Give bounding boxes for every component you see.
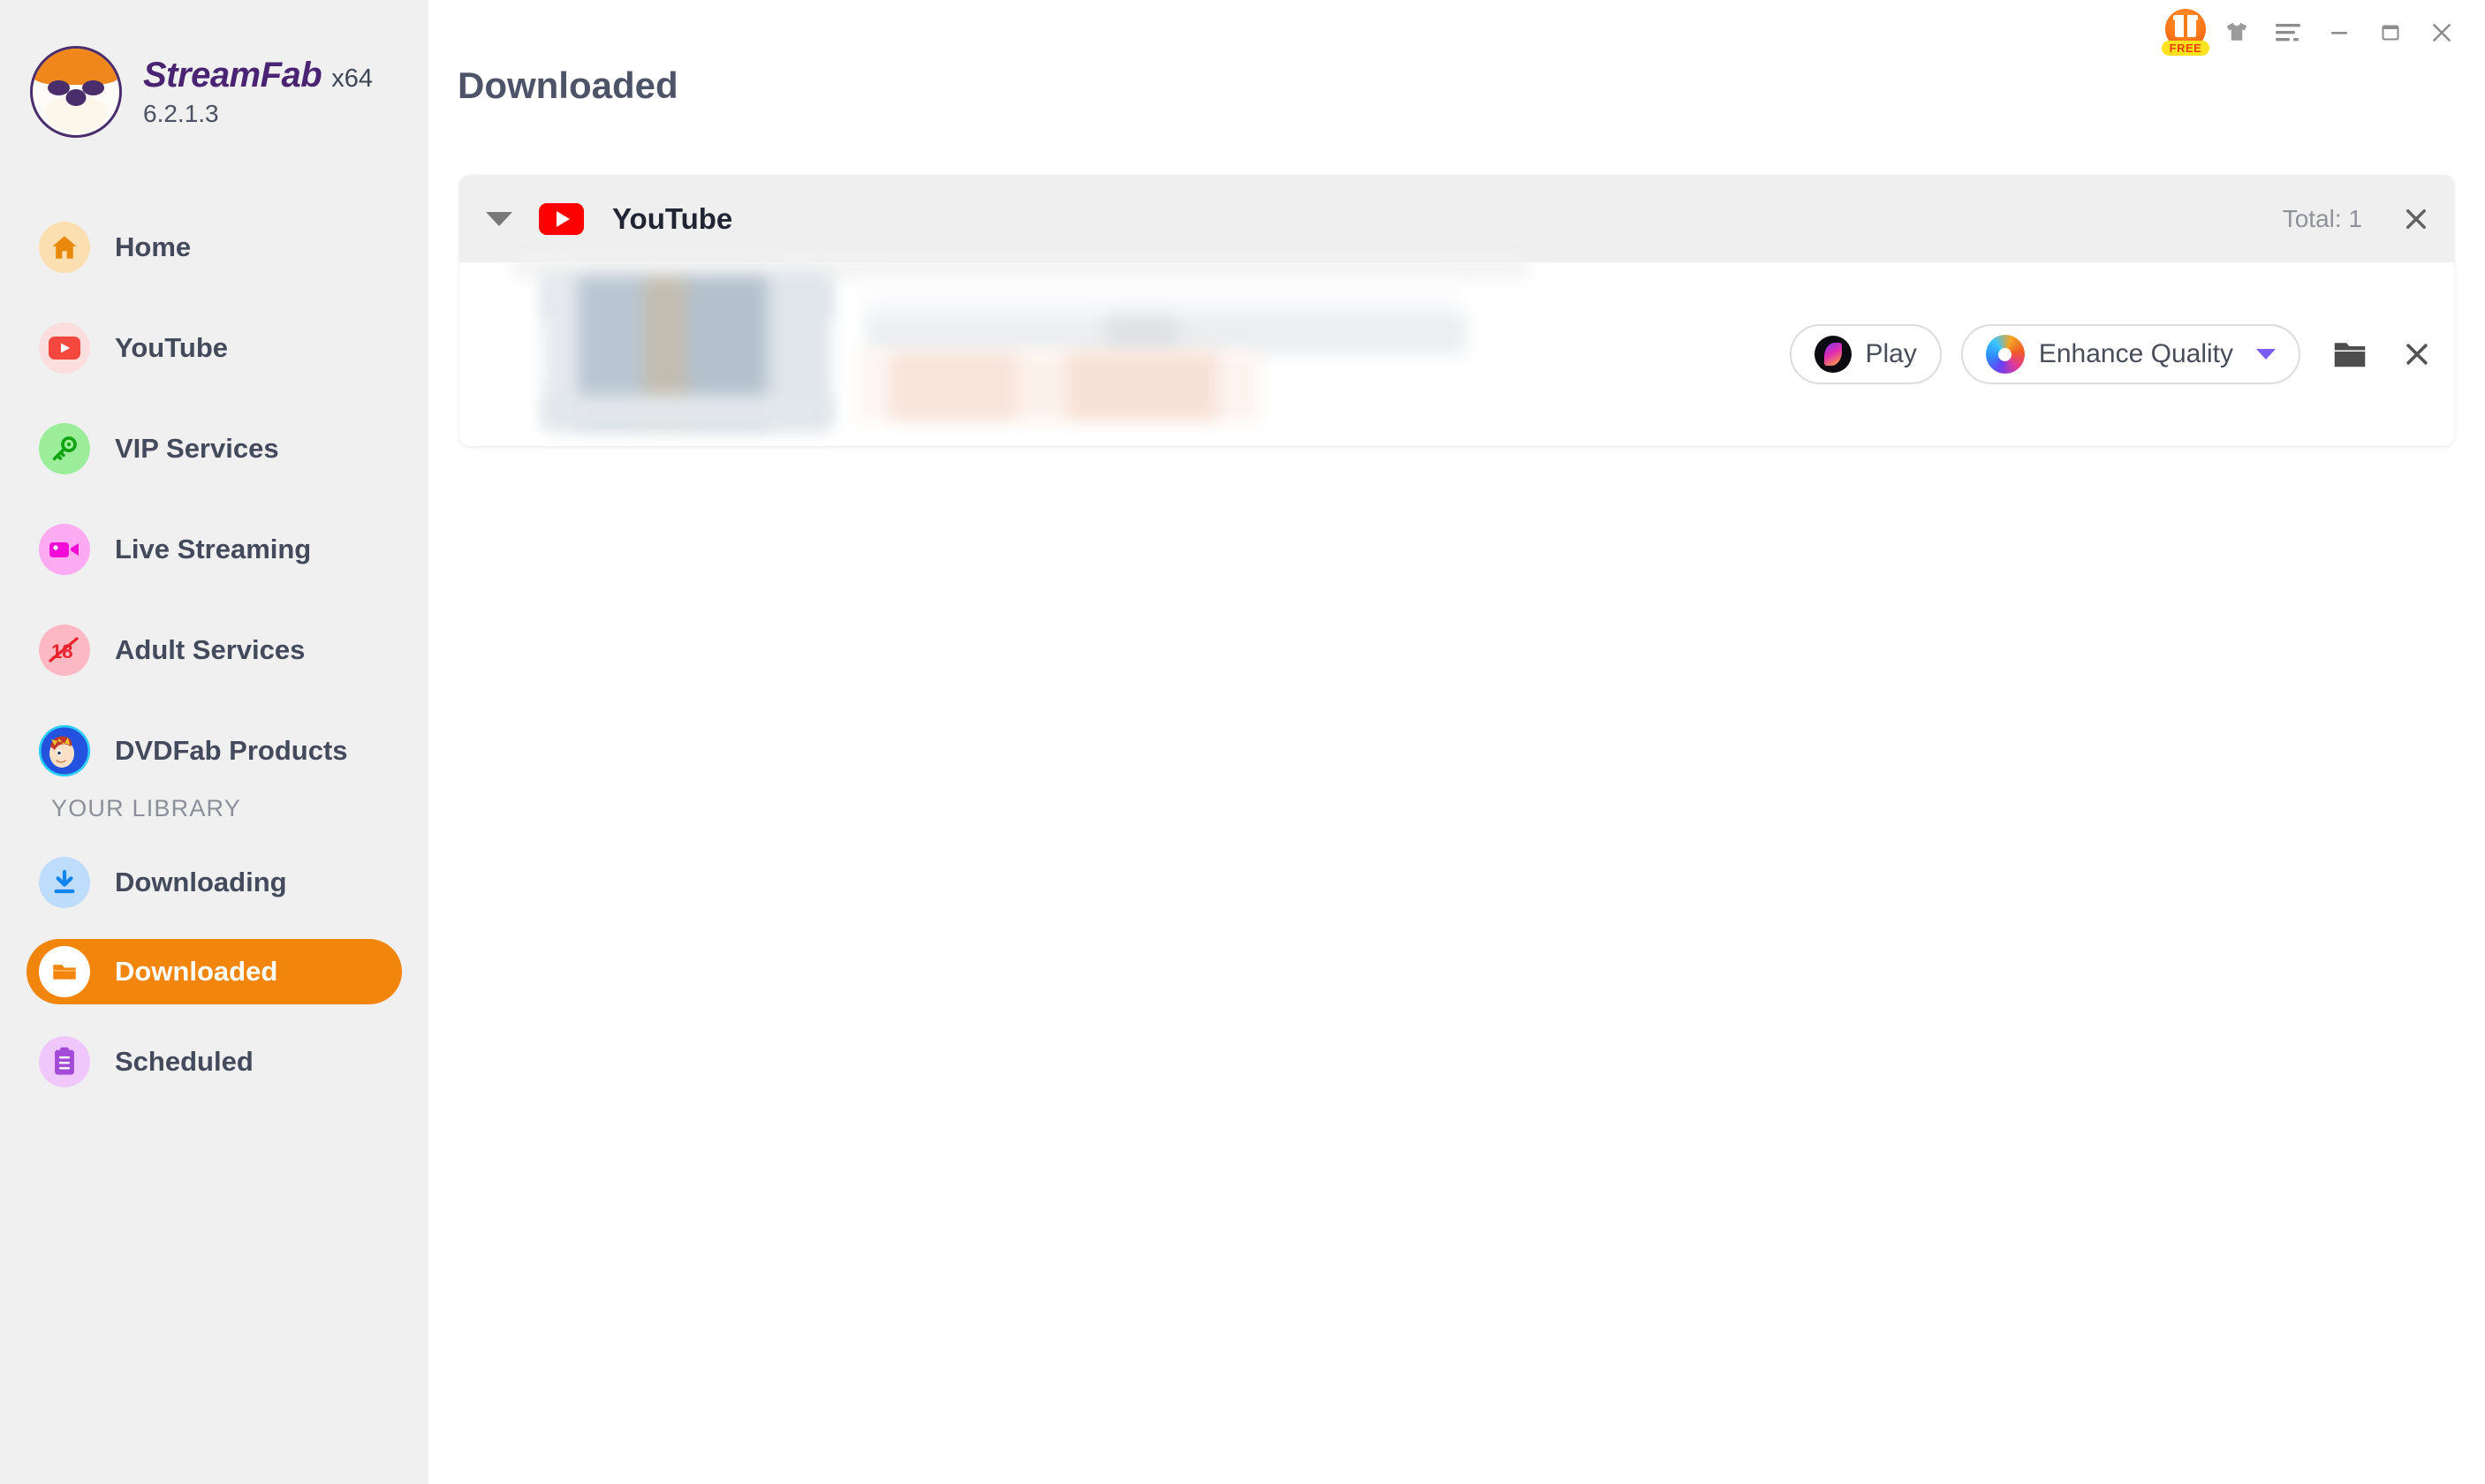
sidebar-item-youtube[interactable]: YouTube bbox=[27, 315, 402, 381]
menu-icon[interactable] bbox=[2262, 7, 2314, 58]
sidebar: StreamFab x64 6.2.1.3 Home YouTube VIP S… bbox=[0, 0, 428, 1484]
open-folder-icon bbox=[39, 946, 90, 997]
dvdfab-mascot-icon bbox=[39, 725, 90, 776]
minimize-button[interactable] bbox=[2314, 7, 2365, 58]
download-group-header: YouTube Total: 1 bbox=[459, 175, 2454, 262]
key-icon bbox=[39, 423, 90, 474]
sidebar-item-live-streaming[interactable]: Live Streaming bbox=[27, 517, 402, 582]
sidebar-item-downloading[interactable]: Downloading bbox=[27, 850, 402, 915]
brand-architecture: x64 bbox=[331, 64, 374, 93]
close-button[interactable] bbox=[2416, 7, 2467, 58]
sidebar-item-adult-services[interactable]: 18 Adult Services bbox=[27, 617, 402, 683]
brand-name: StreamFab bbox=[143, 56, 322, 95]
sidebar-item-label: VIP Services bbox=[115, 433, 279, 464]
video-camera-icon bbox=[39, 524, 90, 575]
enhance-quality-button[interactable]: Enhance Quality bbox=[1960, 324, 2300, 384]
play-button-label: Play bbox=[1865, 339, 1917, 368]
sidebar-item-label: Home bbox=[115, 231, 192, 262]
app-brand: StreamFab x64 6.2.1.3 bbox=[30, 44, 401, 140]
sidebar-item-label: Downloaded bbox=[115, 956, 278, 987]
youtube-icon bbox=[539, 202, 584, 235]
chevron-down-icon[interactable] bbox=[486, 211, 512, 226]
sidebar-item-vip-services[interactable]: VIP Services bbox=[27, 416, 402, 481]
censored-subtitle bbox=[866, 312, 1466, 354]
sidebar-item-label: YouTube bbox=[115, 332, 228, 363]
enhance-quality-label: Enhance Quality bbox=[2038, 339, 2233, 368]
chevron-down-icon[interactable] bbox=[2256, 349, 2276, 360]
censored-region bbox=[512, 259, 1528, 278]
download-group-card: YouTube Total: 1 Play Enhance Quality bbox=[459, 175, 2454, 446]
sidebar-item-downloaded[interactable]: Downloaded bbox=[27, 939, 402, 1004]
sidebar-item-home[interactable]: Home bbox=[27, 215, 402, 280]
sidebar-item-label: Adult Services bbox=[115, 634, 306, 665]
play-button[interactable]: Play bbox=[1789, 324, 1942, 384]
no-18-plus-icon: 18 bbox=[39, 625, 90, 676]
gift-free-badge-button[interactable]: FREE bbox=[2160, 7, 2211, 58]
streamfab-logo-icon bbox=[30, 46, 122, 138]
gift-icon: FREE bbox=[2162, 9, 2209, 57]
play-orb-icon bbox=[1814, 336, 1852, 373]
clipboard-icon bbox=[39, 1036, 90, 1087]
download-item-row: Play Enhance Quality bbox=[459, 259, 2454, 446]
download-item-actions: Play Enhance Quality bbox=[1789, 324, 2432, 384]
sidebar-item-label: Scheduled bbox=[115, 1046, 254, 1077]
folder-icon[interactable] bbox=[2332, 338, 2368, 370]
free-ribbon-label: FREE bbox=[2162, 41, 2209, 56]
sidebar-section-title: YOUR LIBRARY bbox=[51, 795, 241, 822]
close-icon[interactable] bbox=[2403, 340, 2431, 368]
main-content: FREE Downloaded YouTube Total: 1 Play En… bbox=[428, 0, 2485, 1484]
sidebar-item-scheduled[interactable]: Scheduled bbox=[27, 1029, 402, 1094]
censored-thumbnail bbox=[543, 395, 830, 430]
youtube-icon bbox=[39, 322, 90, 374]
close-icon[interactable] bbox=[2403, 206, 2429, 232]
app-version: 6.2.1.3 bbox=[143, 100, 219, 127]
sidebar-item-label: Downloading bbox=[115, 867, 287, 897]
download-group-total: Total: 1 bbox=[2282, 204, 2362, 232]
enhance-orb-icon bbox=[1985, 335, 2025, 374]
censored-meta bbox=[857, 351, 1259, 421]
window-titlebar: FREE bbox=[2160, 5, 2467, 60]
tshirt-icon[interactable] bbox=[2211, 7, 2262, 58]
download-group-title: YouTube bbox=[612, 201, 733, 235]
maximize-button[interactable] bbox=[2365, 7, 2416, 58]
page-title: Downloaded bbox=[458, 64, 678, 106]
download-arrow-icon bbox=[39, 857, 90, 908]
sidebar-item-label: Live Streaming bbox=[115, 534, 312, 564]
sidebar-item-dvdfab-products[interactable]: DVDFab Products bbox=[27, 718, 402, 784]
home-icon bbox=[39, 222, 90, 273]
sidebar-item-label: DVDFab Products bbox=[115, 735, 348, 766]
